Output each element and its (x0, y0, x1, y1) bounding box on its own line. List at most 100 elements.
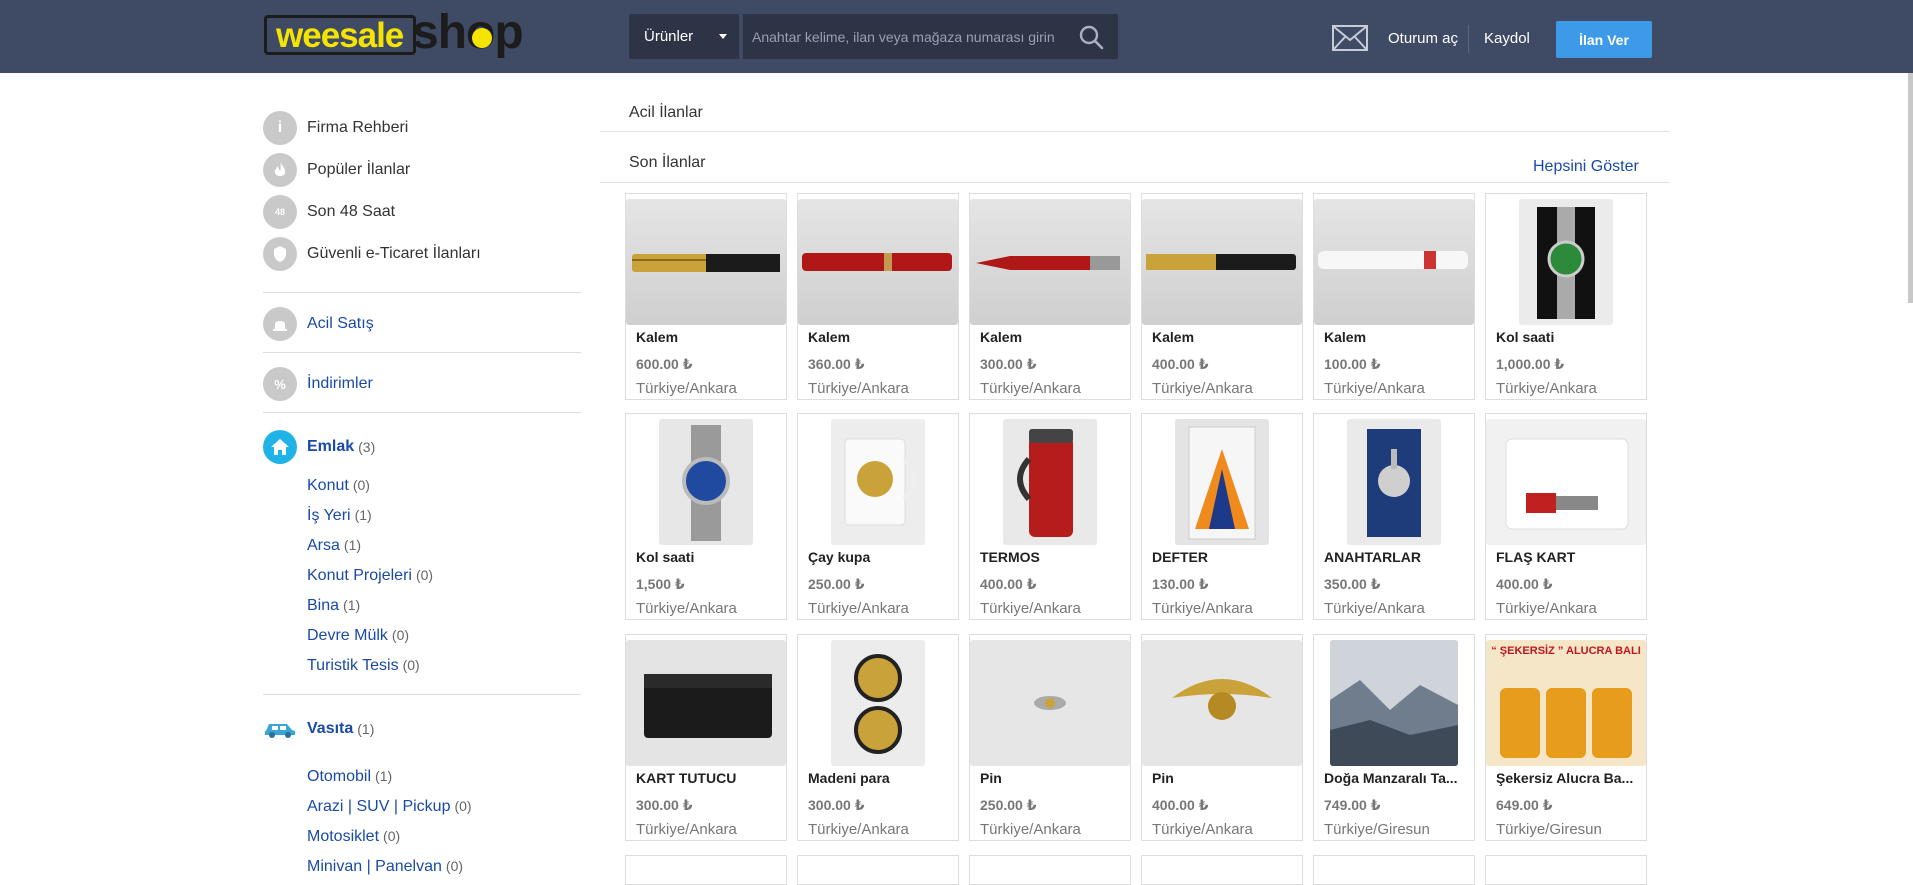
listing-card[interactable]: TERMOS 400.00 ₺ Türkiye/Ankara (969, 413, 1131, 620)
sidebar-divider (263, 412, 581, 413)
listing-card-partial[interactable] (1313, 855, 1475, 885)
listing-title[interactable]: Kalem (1324, 329, 1469, 345)
listing-card[interactable]: Pin 400.00 ₺ Türkiye/Ankara (1141, 634, 1303, 841)
listing-card[interactable]: Kalem 100.00 ₺ Türkiye/Ankara (1313, 193, 1475, 400)
category-emlak[interactable]: Emlak (3) (263, 430, 375, 464)
listing-image[interactable] (1486, 640, 1646, 766)
listing-image[interactable] (1142, 199, 1302, 325)
listing-card[interactable]: Madeni para 300.00 ₺ Türkiye/Ankara (797, 634, 959, 841)
subcategory-item[interactable]: Motosiklet (0) (307, 828, 400, 846)
listing-card[interactable]: Kol saati 1,500 ₺ Türkiye/Ankara (625, 413, 787, 620)
listing-card-partial[interactable] (797, 855, 959, 885)
listing-title[interactable]: Kalem (636, 329, 781, 345)
subcategory-item[interactable]: Arazi | SUV | Pickup (0) (307, 798, 472, 816)
site-logo[interactable]: weesale shop (264, 6, 534, 61)
page-scrollbar[interactable] (1908, 73, 1913, 303)
listing-image[interactable] (626, 199, 786, 325)
sidebar-item-secure-ecommerce[interactable]: Güvenli e-Ticaret İlanları (263, 237, 581, 271)
listing-title[interactable]: TERMOS (980, 549, 1125, 565)
listing-image[interactable] (626, 419, 786, 545)
category-vasita[interactable]: Vasıta (1) (263, 719, 374, 739)
listing-title[interactable]: Kol saati (1496, 329, 1641, 345)
search-icon[interactable] (1078, 24, 1104, 50)
listing-card-partial[interactable] (625, 855, 787, 885)
listing-title[interactable]: Madeni para (808, 770, 953, 786)
listing-location: Türkiye/Ankara (980, 600, 1081, 617)
listing-image[interactable] (1314, 419, 1474, 545)
listing-card[interactable]: Kalem 300.00 ₺ Türkiye/Ankara (969, 193, 1131, 400)
subcategory-item[interactable]: Konut Projeleri (0) (307, 567, 433, 585)
listing-card[interactable]: Pin 250.00 ₺ Türkiye/Ankara (969, 634, 1131, 841)
listing-title[interactable]: Şekersiz Alucra Ba... (1496, 770, 1641, 786)
listing-title[interactable]: Doğa Manzaralı Ta... (1324, 770, 1469, 786)
listing-card-partial[interactable] (969, 855, 1131, 885)
listing-card[interactable]: Doğa Manzaralı Ta... 749.00 ₺ Türkiye/Gire… (1313, 634, 1475, 841)
subcategory-item[interactable]: İş Yeri (1) (307, 507, 372, 525)
listing-card[interactable]: Kalem 400.00 ₺ Türkiye/Ankara (1141, 193, 1303, 400)
search-category-dropdown[interactable]: Ürünler (629, 14, 739, 59)
listing-image[interactable] (626, 640, 786, 766)
sidebar-item-urgent-sale[interactable]: Acil Satış (263, 307, 581, 341)
subcategory-item[interactable]: Otomobil (1) (307, 768, 392, 786)
listing-image[interactable] (1142, 419, 1302, 545)
listing-title[interactable]: KART TUTUCU (636, 770, 781, 786)
listing-image[interactable] (1142, 640, 1302, 766)
listing-card[interactable]: Çay kupa 250.00 ₺ Türkiye/Ankara (797, 413, 959, 620)
listing-card[interactable]: KART TUTUCU 300.00 ₺ Türkiye/Ankara (625, 634, 787, 841)
sidebar-item-label: Son 48 Saat (307, 203, 396, 220)
listing-location: Türkiye/Ankara (1324, 600, 1425, 617)
listing-title[interactable]: Kalem (980, 329, 1125, 345)
listing-title[interactable]: Kol saati (636, 549, 781, 565)
listing-title[interactable]: FLAŞ KART (1496, 549, 1641, 565)
listing-image[interactable] (970, 199, 1130, 325)
listing-title[interactable]: Pin (1152, 770, 1297, 786)
listing-image[interactable] (798, 419, 958, 545)
listing-title[interactable]: DEFTER (1152, 549, 1297, 565)
subcategory-item[interactable]: Konut (0) (307, 477, 370, 495)
search-input[interactable] (743, 14, 1118, 59)
listing-card[interactable]: Kalem 600.00 ₺ Türkiye/Ankara (625, 193, 787, 400)
listing-image[interactable] (798, 640, 958, 766)
listing-location: Türkiye/Ankara (980, 821, 1081, 838)
category-title: Vasıta (307, 720, 354, 737)
sidebar-item-company-directory[interactable]: i Firma Rehberi (263, 111, 581, 145)
post-ad-button[interactable]: İlan Ver (1556, 21, 1652, 58)
category-title: Emlak (307, 438, 355, 455)
listing-title[interactable]: Kalem (1152, 329, 1297, 345)
listing-image[interactable] (970, 419, 1130, 545)
subcategory-count: (0) (415, 567, 434, 583)
listing-title[interactable]: Çay kupa (808, 549, 953, 565)
listing-title[interactable]: ANAHTARLAR (1324, 549, 1469, 565)
sidebar-item-last-48h[interactable]: 48 Son 48 Saat (263, 195, 581, 229)
sidebar-item-popular[interactable]: Popüler İlanlar (263, 153, 581, 187)
mail-icon[interactable] (1332, 25, 1368, 51)
listing-card[interactable]: “ ŞEKERSİZ ” ALUCRA BALI Şekersiz Alucra … (1485, 634, 1647, 841)
listing-title[interactable]: Pin (980, 770, 1125, 786)
listing-price: 400.00 ₺ (1152, 356, 1209, 372)
listing-location: Türkiye/Ankara (636, 821, 737, 838)
subcategory-item[interactable]: Turistik Tesis (0) (307, 657, 420, 675)
listing-image[interactable] (970, 640, 1130, 766)
show-all-link[interactable]: Hepsini Göster (1533, 158, 1639, 176)
listing-card[interactable]: ANAHTARLAR 350.00 ₺ Türkiye/Ankara (1313, 413, 1475, 620)
subcategory-item[interactable]: Arsa (1) (307, 537, 361, 555)
subcategory-item[interactable]: Devre Mülk (0) (307, 627, 409, 645)
listing-image[interactable] (1314, 199, 1474, 325)
listing-card-partial[interactable] (1141, 855, 1303, 885)
listing-image[interactable] (1486, 419, 1646, 545)
listing-card[interactable]: FLAŞ KART 400.00 ₺ Türkiye/Ankara (1485, 413, 1647, 620)
subcategory-item[interactable]: Bina (1) (307, 597, 360, 615)
listing-image[interactable] (798, 199, 958, 325)
listing-card[interactable]: Kalem 360.00 ₺ Türkiye/Ankara (797, 193, 959, 400)
listing-card[interactable]: Kol saati 1,000.00 ₺ Türkiye/Ankara (1485, 193, 1647, 400)
subcategory-item[interactable]: Minivan | Panelvan (0) (307, 858, 463, 876)
sidebar-item-discounts[interactable]: % İndirimler (263, 367, 581, 401)
listing-card-partial[interactable] (1485, 855, 1647, 885)
login-link[interactable]: Oturum aç (1388, 30, 1458, 47)
logo-text-shop: shop (412, 6, 524, 59)
listing-image[interactable] (1486, 199, 1646, 325)
listing-image[interactable] (1314, 640, 1474, 766)
listing-card[interactable]: DEFTER 130.00 ₺ Türkiye/Ankara (1141, 413, 1303, 620)
listing-title[interactable]: Kalem (808, 329, 953, 345)
register-link[interactable]: Kaydol (1484, 30, 1530, 47)
